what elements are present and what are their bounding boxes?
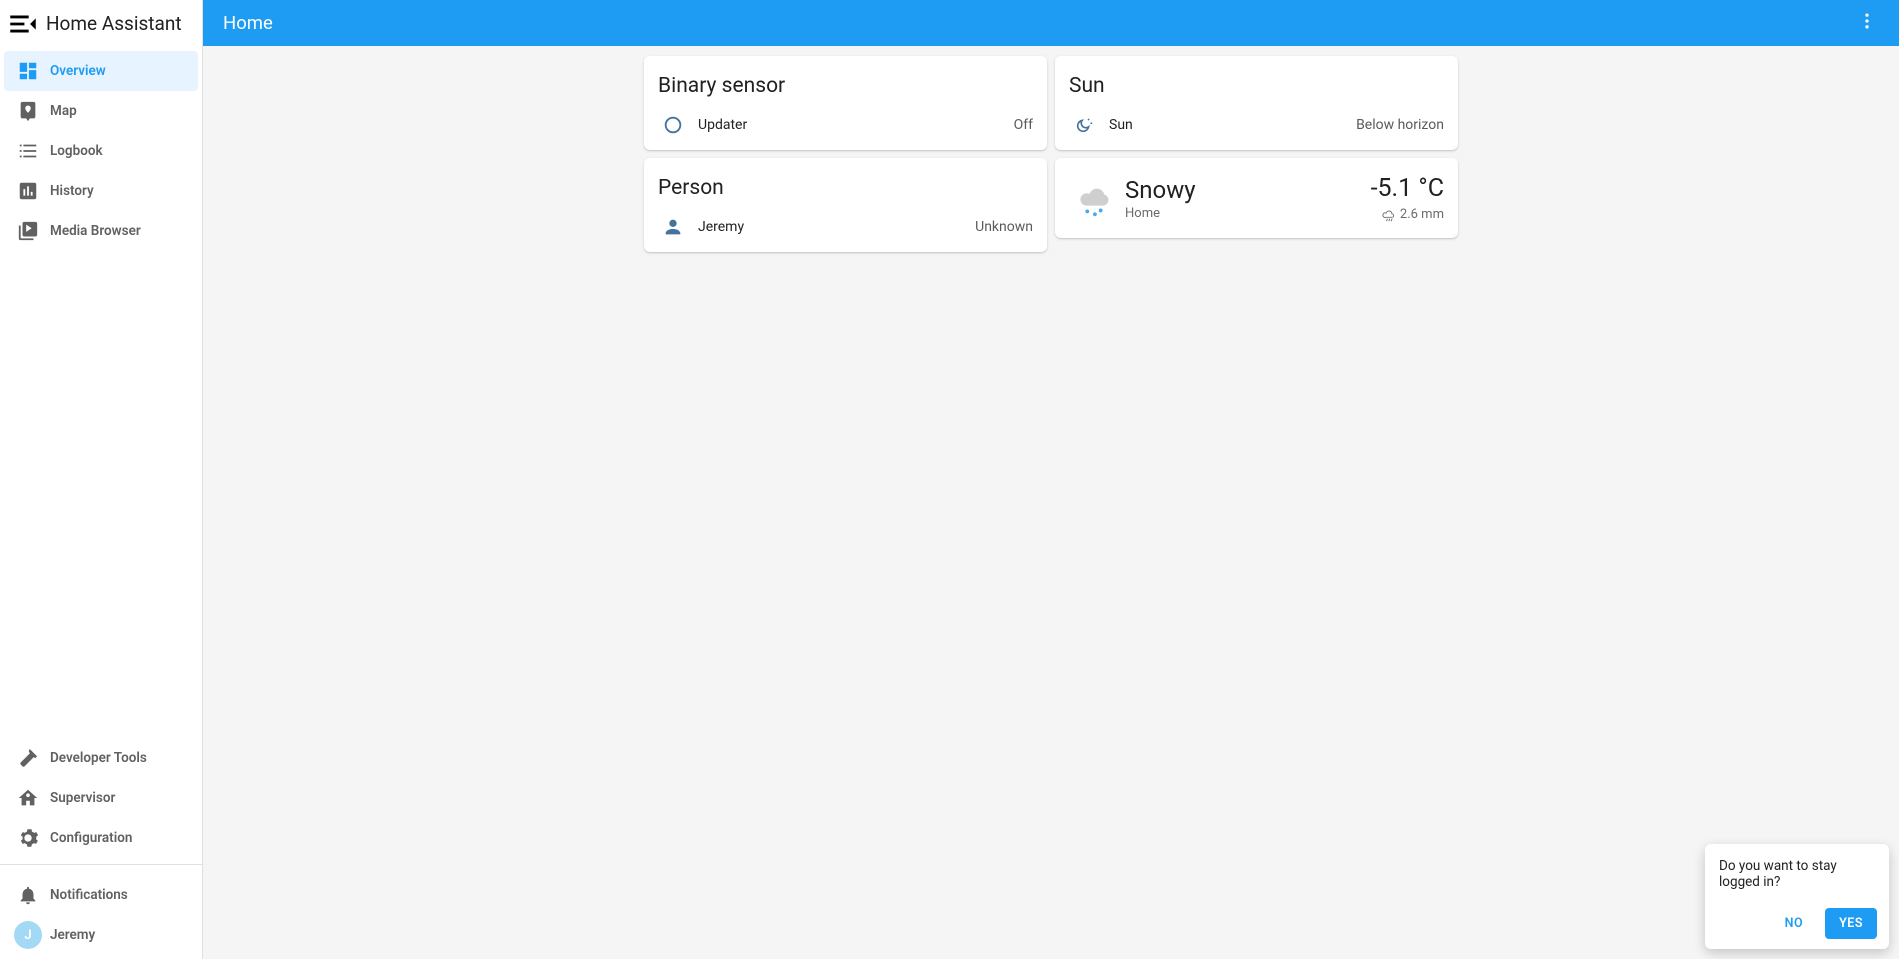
column-left: Binary sensor Updater Off Person Jeremy …: [644, 56, 1047, 252]
user-avatar: J: [12, 921, 44, 949]
sidebar-item-label: Jeremy: [50, 927, 95, 943]
sidebar-tools: Developer Tools Supervisor Configuration: [0, 734, 202, 858]
map-marker-icon: [12, 100, 44, 122]
weather-right: -5.1 °C 2.6 mm: [1371, 174, 1444, 222]
sidebar-footer: Notifications J Jeremy: [0, 871, 202, 959]
sidebar-item-logbook[interactable]: Logbook: [4, 131, 198, 171]
entity-row-updater[interactable]: Updater Off: [644, 104, 1047, 150]
dashboard-icon: [12, 60, 44, 82]
dialog-message: Do you want to stay logged in?: [1719, 858, 1877, 890]
precipitation-icon: [1382, 208, 1396, 222]
dialog-actions: NO YES: [1719, 908, 1877, 939]
sidebar: Home Assistant Overview Map Logbook Hist…: [0, 0, 203, 959]
entity-row-jeremy[interactable]: Jeremy Unknown: [644, 206, 1047, 252]
sidebar-item-map[interactable]: Map: [4, 91, 198, 131]
entity-state: Unknown: [975, 219, 1033, 235]
sidebar-item-developer-tools[interactable]: Developer Tools: [4, 738, 198, 778]
weather-location: Home: [1125, 206, 1196, 221]
sidebar-item-notifications[interactable]: Notifications: [4, 875, 198, 915]
weather-precipitation: 2.6 mm: [1382, 207, 1444, 222]
sidebar-header: Home Assistant: [0, 0, 202, 47]
card-person: Person Jeremy Unknown: [644, 158, 1047, 252]
home-assistant-icon: [12, 787, 44, 809]
card-title: Person: [644, 158, 1047, 206]
entity-state: Off: [1014, 117, 1033, 133]
circle-outline-icon: [658, 114, 688, 136]
card-title: Binary sensor: [644, 56, 1047, 104]
menu-collapse-icon: [6, 7, 40, 41]
night-icon: [1069, 114, 1099, 136]
dots-vertical-icon: [1857, 11, 1877, 31]
entity-label: Sun: [1109, 117, 1133, 133]
sidebar-item-supervisor[interactable]: Supervisor: [4, 778, 198, 818]
overflow-menu-button[interactable]: [1851, 5, 1883, 41]
card-binary-sensor: Binary sensor Updater Off: [644, 56, 1047, 150]
sidebar-item-media-browser[interactable]: Media Browser: [4, 211, 198, 251]
app-title: Home Assistant: [46, 12, 182, 35]
sidebar-divider: [0, 864, 202, 865]
column-right: Sun Sun Below horizon: [1055, 56, 1458, 252]
weather-texts: Snowy Home: [1125, 176, 1196, 221]
sidebar-item-label: Notifications: [50, 887, 128, 903]
sidebar-item-label: Overview: [50, 63, 106, 79]
gear-icon: [12, 827, 44, 849]
sidebar-item-label: History: [50, 183, 94, 199]
hammer-icon: [12, 747, 44, 769]
precipitation-value: 2.6 mm: [1400, 207, 1444, 222]
sidebar-item-label: Media Browser: [50, 223, 141, 239]
card-columns: Binary sensor Updater Off Person Jeremy …: [644, 56, 1458, 252]
stay-logged-in-dialog: Do you want to stay logged in? NO YES: [1705, 844, 1889, 949]
sidebar-item-label: Developer Tools: [50, 750, 147, 766]
weather-temperature: -5.1 °C: [1371, 174, 1444, 203]
weather-snowy-icon: [1065, 175, 1121, 221]
content: Binary sensor Updater Off Person Jeremy …: [203, 46, 1899, 959]
sidebar-item-overview[interactable]: Overview: [4, 51, 198, 91]
card-title: Sun: [1055, 56, 1458, 104]
entity-row-sun[interactable]: Sun Below horizon: [1055, 104, 1458, 150]
sidebar-nav: Overview Map Logbook History Media Brows…: [0, 47, 202, 251]
topbar: Home: [203, 0, 1899, 46]
sidebar-item-label: Supervisor: [50, 790, 115, 806]
main: Home Binary sensor Updater Off Person: [203, 0, 1899, 959]
sidebar-item-label: Map: [50, 103, 77, 119]
card-sun: Sun Sun Below horizon: [1055, 56, 1458, 150]
sidebar-item-label: Configuration: [50, 830, 132, 846]
sidebar-item-history[interactable]: History: [4, 171, 198, 211]
card-weather[interactable]: Snowy Home -5.1 °C 2.6 mm: [1055, 158, 1458, 238]
page-title: Home: [223, 12, 273, 34]
sidebar-item-configuration[interactable]: Configuration: [4, 818, 198, 858]
yes-button[interactable]: YES: [1825, 908, 1877, 939]
account-icon: [658, 216, 688, 238]
entity-label: Jeremy: [698, 219, 744, 235]
sidebar-item-user[interactable]: J Jeremy: [4, 915, 198, 955]
media-icon: [12, 220, 44, 242]
entity-state: Below horizon: [1356, 117, 1444, 133]
no-button[interactable]: NO: [1771, 908, 1817, 939]
collapse-sidebar-button[interactable]: [6, 7, 40, 41]
list-icon: [12, 140, 44, 162]
avatar-initial: J: [14, 921, 42, 949]
bell-icon: [12, 884, 44, 906]
sidebar-item-label: Logbook: [50, 143, 103, 159]
entity-label: Updater: [698, 117, 747, 133]
weather-condition: Snowy: [1125, 176, 1196, 204]
chart-box-icon: [12, 180, 44, 202]
